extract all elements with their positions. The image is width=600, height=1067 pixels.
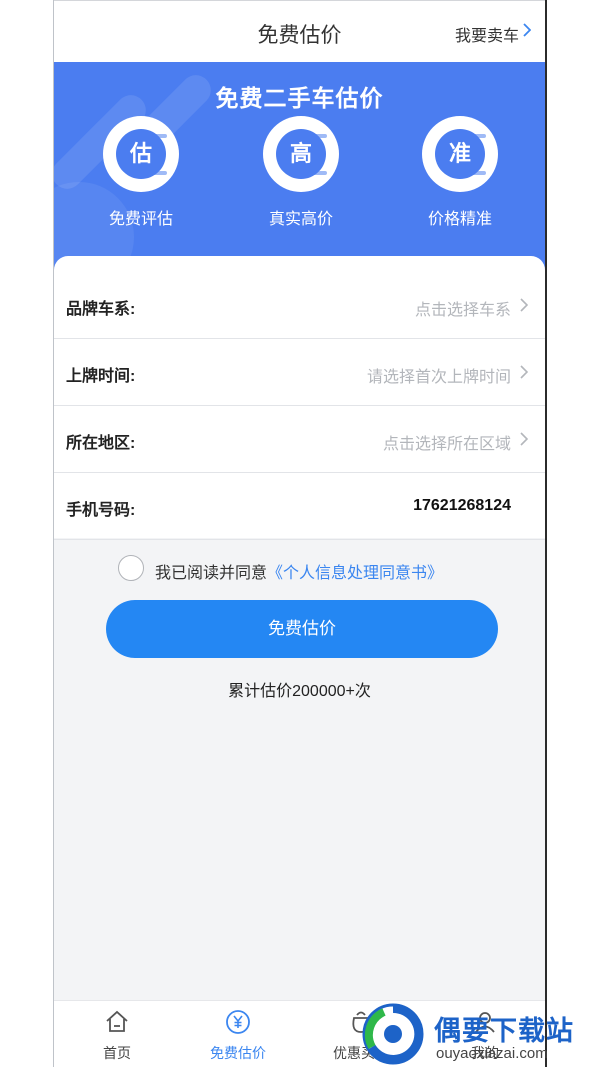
top-nav-bar: 免费估价 我要卖车	[54, 0, 545, 62]
watermark-logo-icon	[362, 1003, 424, 1065]
valuation-count: 累计估价200000+次	[228, 683, 371, 700]
consent-agreement-link[interactable]: 《个人信息处理同意书》	[267, 565, 443, 582]
badge-icon: 高	[263, 116, 339, 192]
chevron-right-icon	[520, 298, 528, 312]
feature-label: 价格精准	[427, 211, 492, 228]
watermark-title: 偶要下载站	[434, 1016, 574, 1046]
watermark-url: ouyaoxiazai.com	[436, 1045, 548, 1062]
tab-free-valuation[interactable]: 免费估价	[193, 1009, 283, 1063]
tab-label: 免费估价	[210, 1045, 266, 1061]
registration-date-select[interactable]: 请选择首次上牌时间	[367, 363, 511, 387]
brand-series-row[interactable]: 品牌车系: 点击选择车系	[54, 272, 545, 339]
consent-text: 我已阅读并同意	[155, 565, 268, 582]
region-row[interactable]: 所在地区: 点击选择所在区域	[54, 406, 545, 473]
badge-icon: 估	[103, 116, 179, 192]
field-label: 品牌车系:	[66, 301, 136, 318]
tab-home[interactable]: 首页	[72, 1009, 162, 1063]
feature-accurate-price: 准 价格精准	[405, 116, 515, 229]
chevron-right-icon	[520, 365, 528, 379]
app-screen: 免费估价 我要卖车 免费二手车估价 估 免费评估 高 真实高价 准 价格精准 品…	[53, 0, 547, 1067]
phone-row: 手机号码: 17621268124	[54, 473, 545, 540]
field-label: 所在地区:	[66, 435, 136, 452]
banner-title: 免费二手车估价	[215, 85, 384, 111]
region-select[interactable]: 点击选择所在区域	[383, 430, 511, 454]
valuation-form: 品牌车系: 点击选择车系 上牌时间: 请选择首次上牌时间 所在地区: 点击选择所…	[54, 256, 545, 540]
phone-number-field[interactable]: 17621268124	[413, 497, 511, 515]
chevron-right-icon[interactable]	[522, 23, 531, 37]
field-label: 上牌时间:	[66, 368, 136, 385]
feature-label: 真实高价	[268, 211, 333, 228]
registration-date-row[interactable]: 上牌时间: 请选择首次上牌时间	[54, 339, 545, 406]
feature-real-high-price: 高 真实高价	[246, 116, 356, 229]
tab-label: 首页	[103, 1045, 131, 1061]
brand-series-select[interactable]: 点击选择车系	[415, 296, 511, 320]
consent-checkbox[interactable]	[118, 555, 144, 581]
field-label: 手机号码:	[66, 502, 136, 519]
site-watermark: 偶要下载站 ouyaoxiazai.com	[362, 1003, 600, 1067]
consent-row: 我已阅读并同意《个人信息处理同意书》	[118, 555, 498, 583]
sell-car-link[interactable]: 我要卖车	[455, 22, 519, 46]
home-icon	[106, 1010, 128, 1032]
yen-icon	[226, 1010, 250, 1034]
free-valuation-button[interactable]: 免费估价	[106, 600, 498, 658]
feature-free-evaluation: 估 免费评估	[86, 116, 196, 229]
badge-icon: 准	[422, 116, 498, 192]
hero-banner: 免费二手车估价 估 免费评估 高 真实高价 准 价格精准	[54, 62, 545, 280]
chevron-right-icon	[520, 432, 528, 446]
feature-label: 免费评估	[108, 211, 173, 228]
